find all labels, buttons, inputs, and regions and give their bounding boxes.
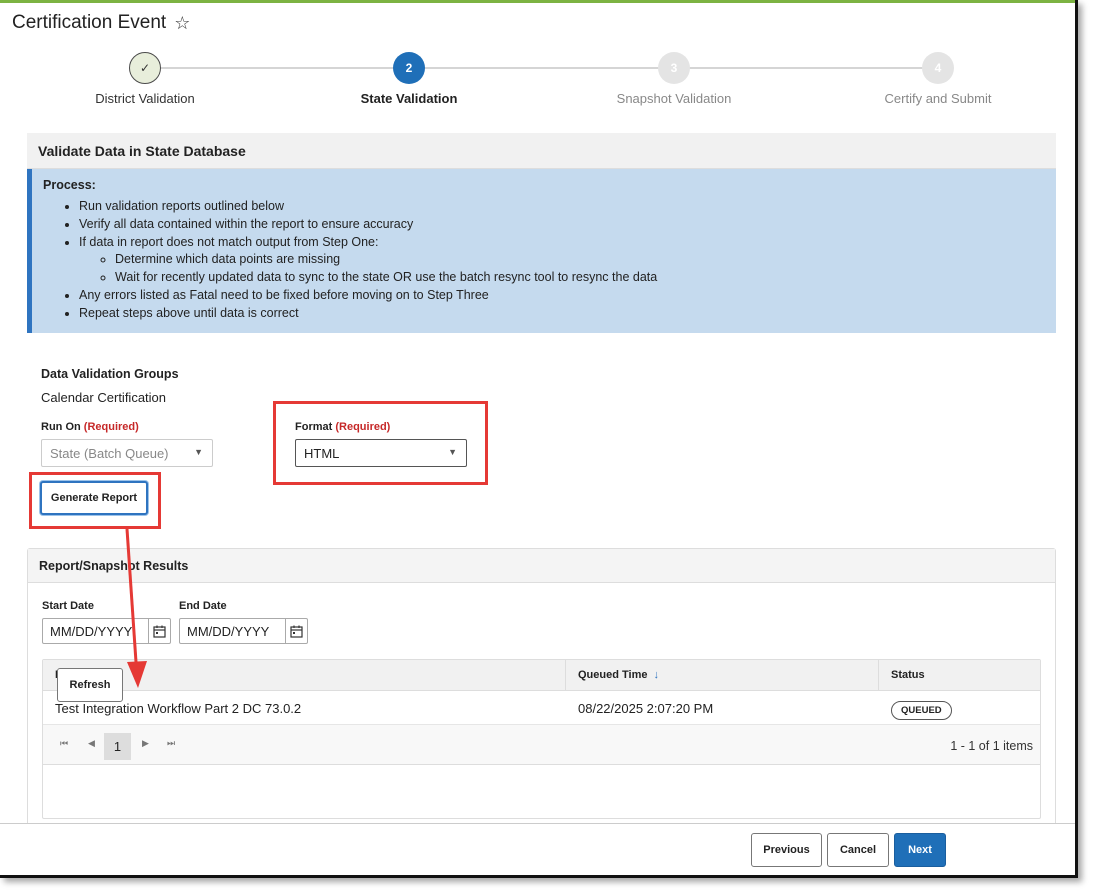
page-title: Certification Event [12, 12, 167, 33]
stepper: ✓ District Validation 2 State Validation… [12, 52, 1072, 122]
dvg-title: Data Validation Groups [41, 367, 179, 381]
step-certify-submit[interactable]: 4 Certify and Submit [828, 52, 1048, 106]
process-item: If data in report does not match output … [79, 234, 1045, 287]
column-status[interactable]: Status [879, 660, 1040, 690]
first-page-icon[interactable]: ⏮ [60, 738, 68, 749]
end-date-field[interactable]: MM/DD/YYYY [179, 618, 308, 644]
process-subitem: Wait for recently updated data to sync t… [115, 269, 1045, 287]
run-on-select[interactable]: State (Batch Queue) ▼ [41, 439, 213, 467]
step-label: State Validation [360, 91, 458, 106]
step-label: Certify and Submit [884, 91, 992, 106]
app-window: Certification Event ☆ ✓ District Validat… [0, 0, 1078, 878]
step-label: District Validation [95, 91, 195, 106]
start-date-placeholder: MM/DD/YYYY [50, 624, 133, 639]
step-number: 2 [393, 52, 425, 84]
step-number: 4 [922, 52, 954, 84]
next-page-icon[interactable]: ▶ [142, 738, 149, 749]
chevron-down-icon: ▼ [194, 447, 203, 457]
process-item: Any errors listed as Fatal need to be fi… [79, 287, 1045, 305]
end-date-label: End Date [179, 600, 227, 612]
star-icon[interactable]: ☆ [174, 13, 190, 34]
content-area: ✓ District Validation 2 State Validation… [0, 44, 1060, 838]
process-item: Run validation reports outlined below [79, 198, 1045, 216]
results-panel: Report/Snapshot Results Start Date MM/DD… [27, 548, 1056, 838]
column-queued-time-label: Queued Time [578, 669, 648, 681]
process-subitem: Determine which data points are missing [115, 251, 1045, 269]
start-date-label: Start Date [42, 600, 94, 612]
run-on-label-text: Run On [41, 421, 81, 433]
step-number: 3 [658, 52, 690, 84]
calendar-icon[interactable] [285, 619, 307, 643]
end-date-placeholder: MM/DD/YYYY [187, 624, 270, 639]
process-item-text: If data in report does not match output … [79, 234, 379, 249]
panel-title: Validate Data in State Database [27, 133, 1056, 169]
previous-button[interactable]: Previous [751, 833, 822, 867]
process-title: Process: [43, 178, 96, 192]
last-page-icon[interactable]: ⏭ [167, 738, 175, 749]
process-list: Run validation reports outlined below Ve… [43, 198, 1045, 323]
status-badge: QUEUED [891, 701, 952, 720]
top-accent-line [0, 0, 1075, 3]
process-instructions: Process: Run validation reports outlined… [27, 169, 1056, 333]
required-marker: (Required) [83, 421, 139, 433]
table-row[interactable]: Test Integration Workflow Part 2 DC 73.0… [43, 691, 1040, 725]
step-district-validation[interactable]: ✓ District Validation [35, 52, 255, 106]
refresh-button[interactable]: Refresh [57, 668, 123, 702]
cancel-button[interactable]: Cancel [827, 833, 889, 867]
results-title: Report/Snapshot Results [28, 549, 1055, 583]
prev-page-icon[interactable]: ◀ [88, 738, 95, 749]
column-queued-time[interactable]: Queued Time ↓ [566, 660, 879, 690]
results-grid: Report Title Queued Time↓ Status Test In… [42, 659, 1041, 819]
dvg-value: Calendar Certification [41, 390, 167, 405]
check-icon: ✓ [129, 52, 161, 84]
process-sublist: Determine which data points are missing … [79, 251, 1045, 287]
process-item: Verify all data contained within the rep… [79, 216, 1045, 234]
queued-time-cell: 08/22/2025 2:07:20 PM [578, 701, 714, 716]
stepper-line [145, 67, 938, 69]
calendar-icon[interactable] [148, 619, 170, 643]
page-info: 1 - 1 of 1 items [950, 739, 1033, 753]
step-state-validation[interactable]: 2 State Validation [299, 52, 519, 106]
current-page[interactable]: 1 [104, 733, 131, 760]
format-highlight-box [273, 401, 488, 485]
generate-highlight-box [29, 472, 161, 529]
footer-bar: Previous Cancel Next [0, 823, 1075, 875]
run-on-value: State (Batch Queue) [50, 446, 169, 461]
grid-header: Report Title Queued Time↓ Status [43, 660, 1040, 691]
next-button[interactable]: Next [894, 833, 946, 867]
step-label: Snapshot Validation [616, 91, 732, 106]
sort-down-icon: ↓ [653, 669, 659, 681]
page-header: Certification Event ☆ [12, 12, 190, 34]
process-item: Repeat steps above until data is correct [79, 305, 1045, 323]
start-date-field[interactable]: MM/DD/YYYY [42, 618, 171, 644]
pager: ⏮ ◀ 1 ▶ ⏭ 1 - 1 of 1 items [43, 725, 1040, 765]
run-on-label: Run On (Required) [41, 421, 139, 433]
step-snapshot-validation[interactable]: 3 Snapshot Validation [564, 52, 784, 106]
status-cell: QUEUED [879, 691, 1040, 724]
